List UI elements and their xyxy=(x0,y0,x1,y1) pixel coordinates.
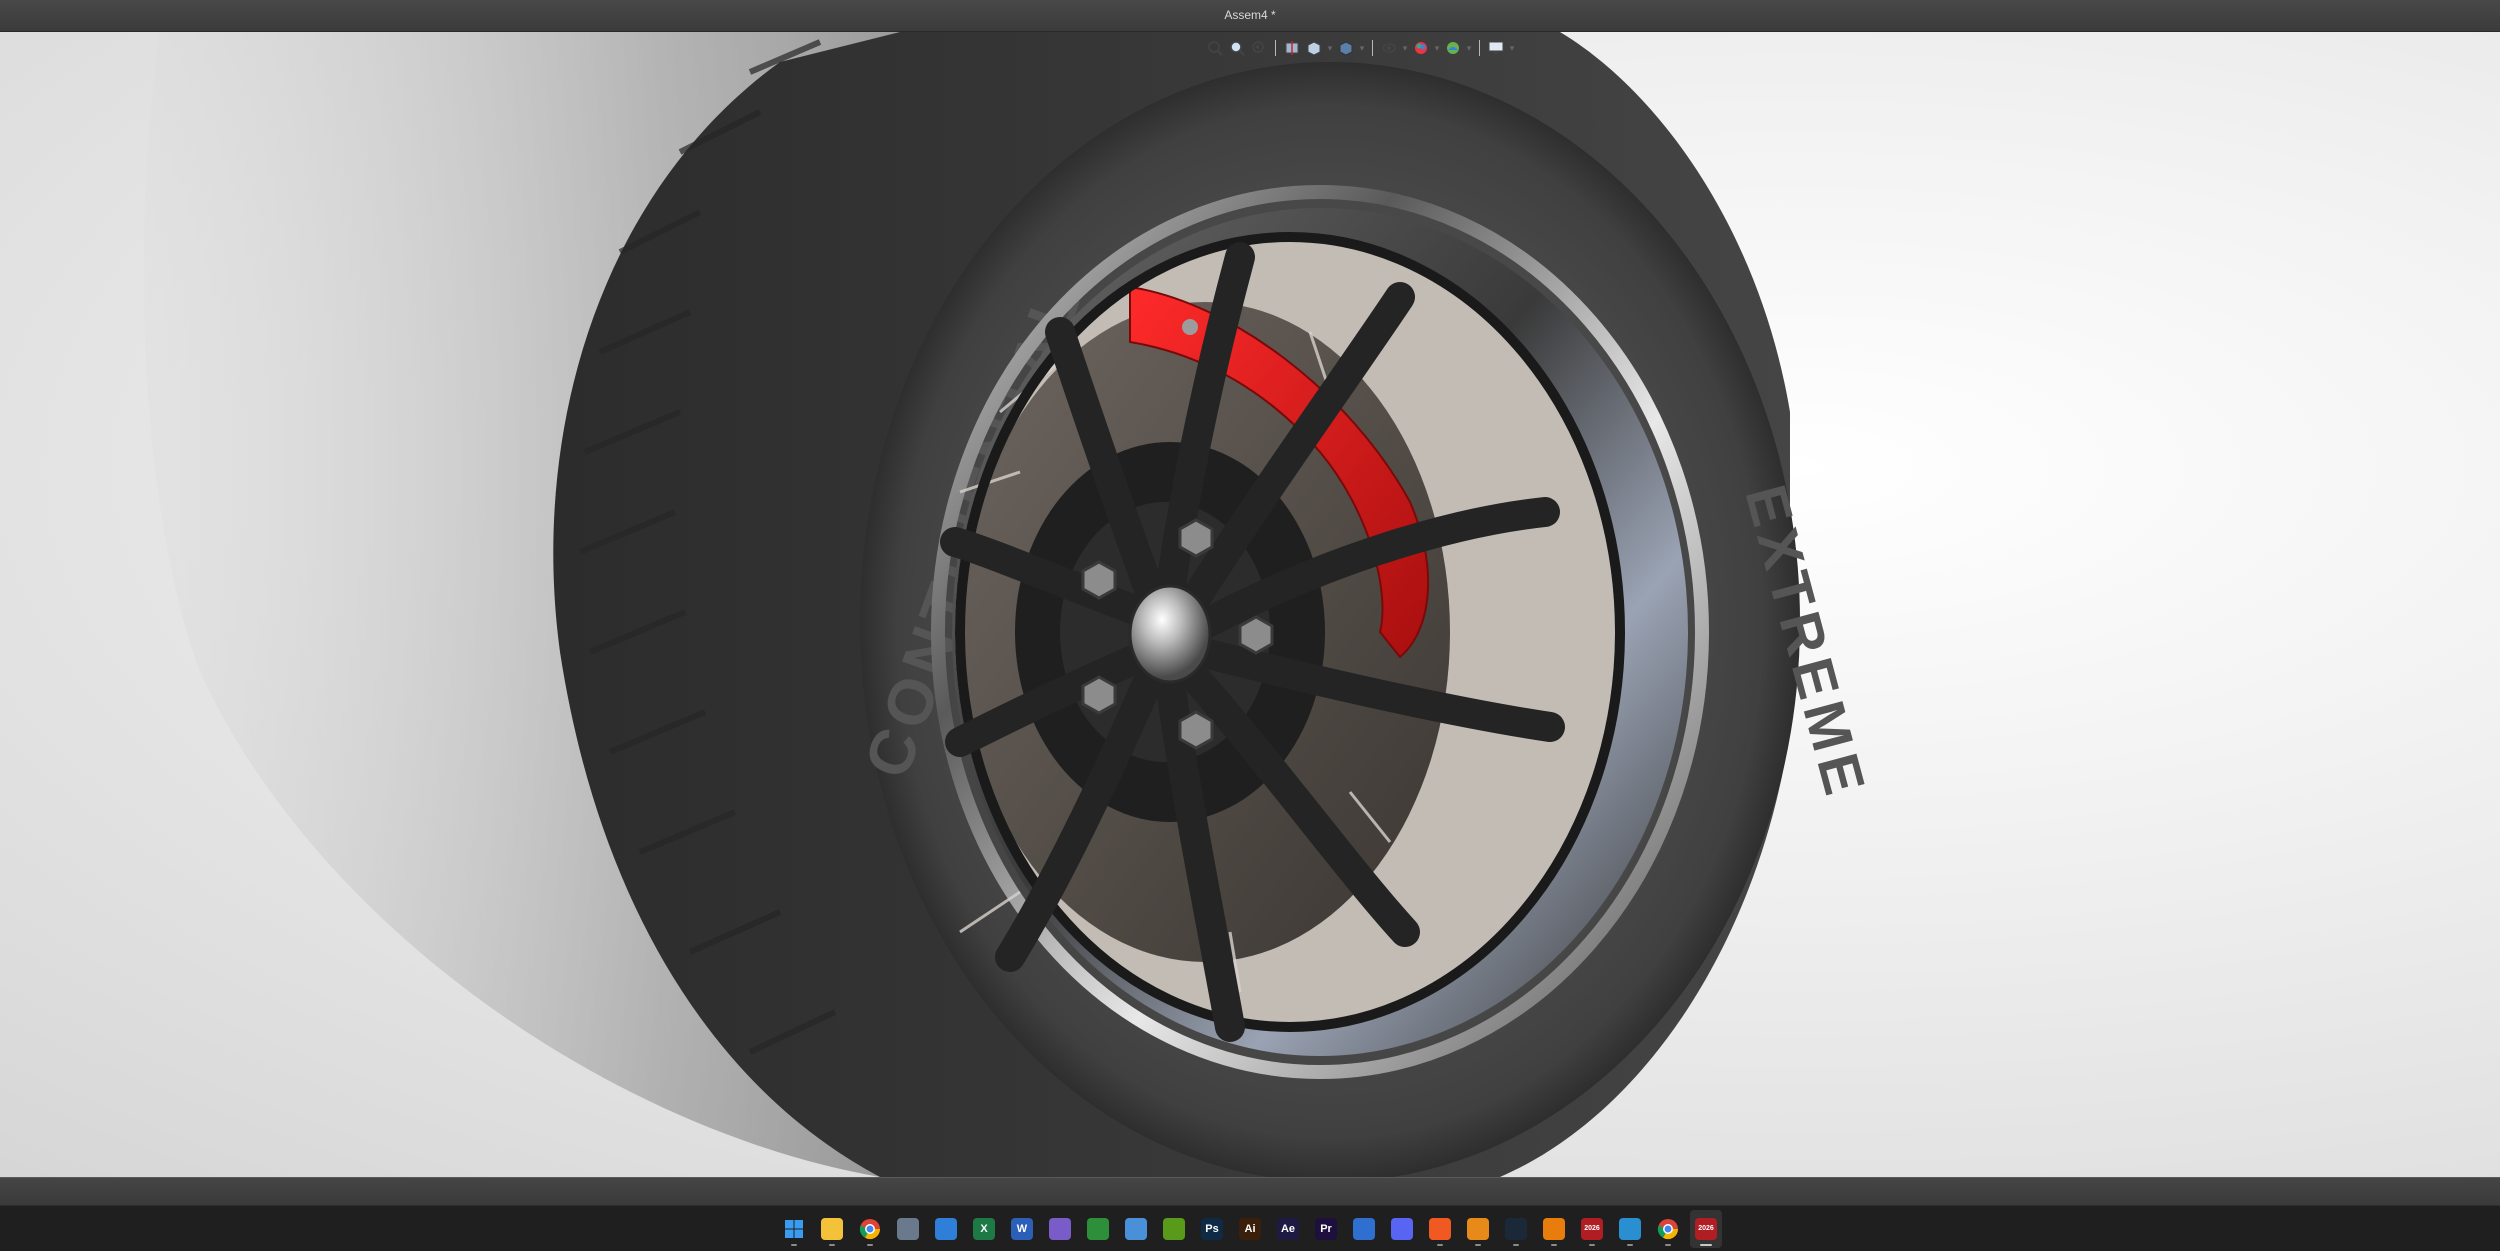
window-title: Assem4 * xyxy=(1224,8,1276,22)
taskbar-word-button[interactable]: W xyxy=(1006,1210,1038,1248)
graphics-viewport[interactable]: CONTINENTAL EXTREME xyxy=(0,32,2500,1177)
taskbar-blender-button[interactable] xyxy=(1538,1210,1570,1248)
blender-icon xyxy=(1543,1217,1565,1240)
premiere-pro-icon: Pr xyxy=(1315,1217,1337,1240)
taskbar-photoshop-button[interactable]: Ps xyxy=(1196,1210,1228,1248)
taskbar-3d-app-button[interactable] xyxy=(1614,1210,1646,1248)
photoshop-icon: Ps xyxy=(1201,1217,1223,1240)
center-cap xyxy=(1128,584,1212,684)
microsoft-store-icon xyxy=(935,1217,957,1240)
taskbar-calculator-button[interactable] xyxy=(892,1210,924,1248)
taskbar-icons: X W Ps Ai Ae Pr 2026 2026 xyxy=(778,1206,1722,1251)
taskbar-camera-button[interactable] xyxy=(1044,1210,1076,1248)
taskbar-google-chrome-profile-button[interactable] xyxy=(1652,1210,1684,1248)
taskbar-nvidia-button[interactable] xyxy=(1158,1210,1190,1248)
chevron-down-icon[interactable]: ▾ xyxy=(1508,38,1516,58)
hide-show-items-icon[interactable] xyxy=(1379,38,1399,58)
taskbar-xbox-button[interactable] xyxy=(1082,1210,1114,1248)
chevron-down-icon[interactable]: ▾ xyxy=(1465,38,1473,58)
display-style-icon[interactable] xyxy=(1336,38,1356,58)
running-indicator xyxy=(1475,1243,1481,1246)
windows-taskbar: X W Ps Ai Ae Pr 2026 2026 xyxy=(0,1205,2500,1251)
start-icon xyxy=(783,1218,805,1240)
wheel-model[interactable]: CONTINENTAL EXTREME xyxy=(0,32,2500,1177)
camera-icon xyxy=(1049,1217,1071,1240)
view-settings-icon[interactable] xyxy=(1486,38,1506,58)
taskbar-google-chrome-button[interactable] xyxy=(854,1210,886,1248)
running-indicator xyxy=(1700,1243,1712,1246)
discord-icon xyxy=(1391,1217,1413,1240)
running-indicator xyxy=(1589,1243,1595,1246)
running-indicator xyxy=(1665,1243,1671,1246)
word-icon: W xyxy=(1011,1217,1033,1240)
taskbar-microsoft-store-button[interactable] xyxy=(930,1210,962,1248)
file-explorer-icon xyxy=(821,1217,843,1240)
heads-up-view-toolbar: ▾ ▾ ▾ ▾ ▾ ▾ xyxy=(1205,35,1516,61)
solidworks-2026-active-icon: 2026 xyxy=(1695,1217,1717,1240)
apply-scene-icon[interactable] xyxy=(1443,38,1463,58)
xbox-icon xyxy=(1087,1217,1109,1240)
excel-icon: X xyxy=(973,1217,995,1240)
status-bar xyxy=(0,1177,2500,1206)
edit-appearance-icon[interactable] xyxy=(1411,38,1431,58)
chevron-down-icon[interactable]: ▾ xyxy=(1326,38,1334,58)
taskbar-discord-button[interactable] xyxy=(1386,1210,1418,1248)
illustrator-icon: Ai xyxy=(1239,1217,1261,1240)
after-effects-icon: Ae xyxy=(1277,1217,1299,1240)
taskbar-notepad-button[interactable] xyxy=(1120,1210,1152,1248)
running-indicator xyxy=(1437,1243,1443,1246)
running-indicator xyxy=(1551,1243,1557,1246)
solidworks-2026-icon: 2026 xyxy=(1581,1217,1603,1240)
taskbar-solidworks-2026-button[interactable]: 2026 xyxy=(1576,1210,1608,1248)
taskbar-thunderbird-button[interactable] xyxy=(1348,1210,1380,1248)
zoom-to-area-icon[interactable] xyxy=(1227,38,1247,58)
steam-icon xyxy=(1505,1217,1527,1240)
taskbar-origin-button[interactable] xyxy=(1424,1210,1456,1248)
chevron-down-icon[interactable]: ▾ xyxy=(1433,38,1441,58)
taskbar-illustrator-button[interactable]: Ai xyxy=(1234,1210,1266,1248)
running-indicator xyxy=(867,1243,873,1246)
taskbar-after-effects-button[interactable]: Ae xyxy=(1272,1210,1304,1248)
taskbar-solidworks-2026-active-button[interactable]: 2026 xyxy=(1690,1209,1722,1248)
chevron-down-icon[interactable]: ▾ xyxy=(1358,38,1366,58)
running-indicator xyxy=(1513,1243,1519,1246)
nvidia-icon xyxy=(1163,1217,1185,1240)
title-bar: Assem4 * xyxy=(0,0,2500,32)
google-chrome-profile-icon xyxy=(1657,1218,1679,1240)
taskbar-fl-studio-button[interactable] xyxy=(1462,1210,1494,1248)
taskbar-start-button[interactable] xyxy=(778,1210,810,1248)
taskbar-file-explorer-button[interactable] xyxy=(816,1210,848,1248)
view-orientation-icon[interactable] xyxy=(1304,38,1324,58)
section-view-icon[interactable] xyxy=(1282,38,1302,58)
fl-studio-icon xyxy=(1467,1217,1489,1240)
calculator-icon xyxy=(897,1217,919,1240)
previous-view-icon[interactable] xyxy=(1249,38,1269,58)
running-indicator xyxy=(829,1243,835,1246)
running-indicator xyxy=(1627,1243,1633,1246)
taskbar-premiere-pro-button[interactable]: Pr xyxy=(1310,1210,1342,1248)
google-chrome-icon xyxy=(859,1218,881,1240)
running-indicator xyxy=(791,1243,797,1246)
chevron-down-icon[interactable]: ▾ xyxy=(1401,38,1409,58)
taskbar-excel-button[interactable]: X xyxy=(968,1210,1000,1248)
thunderbird-icon xyxy=(1353,1217,1375,1240)
zoom-to-fit-icon[interactable] xyxy=(1205,38,1225,58)
origin-icon xyxy=(1429,1217,1451,1240)
notepad-icon xyxy=(1125,1217,1147,1240)
3d-app-icon xyxy=(1619,1217,1641,1240)
taskbar-steam-button[interactable] xyxy=(1500,1210,1532,1248)
